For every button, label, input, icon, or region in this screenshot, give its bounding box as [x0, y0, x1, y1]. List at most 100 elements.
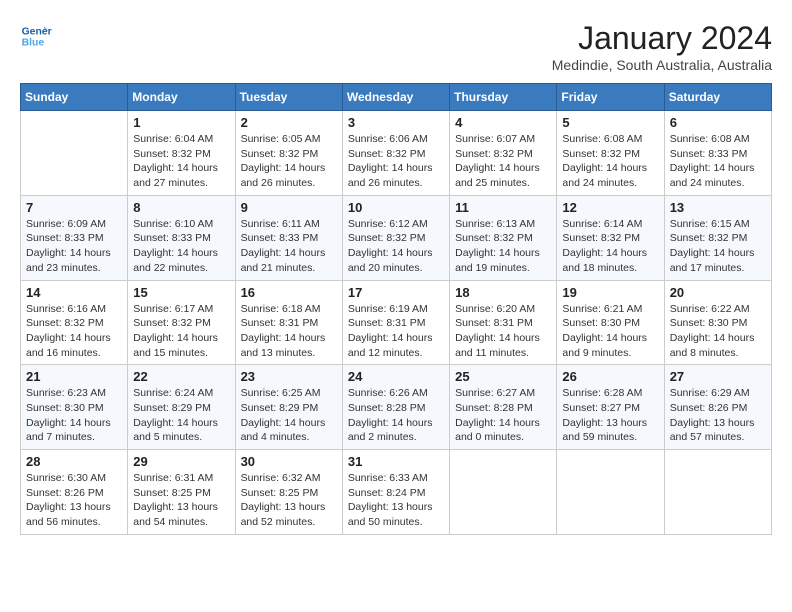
day-info: Sunrise: 6:07 AM Sunset: 8:32 PM Dayligh… [455, 132, 551, 191]
calendar-cell: 14 Sunrise: 6:16 AM Sunset: 8:32 PM Dayli… [21, 280, 128, 365]
day-number: 5 [562, 115, 658, 130]
calendar-header-row: SundayMondayTuesdayWednesdayThursdayFrid… [21, 84, 772, 111]
calendar-cell: 18 Sunrise: 6:20 AM Sunset: 8:31 PM Dayli… [450, 280, 557, 365]
calendar-cell: 6Sunrise: 6:08 AM Sunset: 8:33 PM Daylig… [664, 111, 771, 196]
day-info: Sunrise: 6:28 AM Sunset: 8:27 PM Dayligh… [562, 386, 658, 445]
day-info: Sunrise: 6:12 AM Sunset: 8:32 PM Dayligh… [348, 217, 444, 276]
day-info: Sunrise: 6:31 AM Sunset: 8:25 PM Dayligh… [133, 471, 229, 530]
day-number: 15 [133, 285, 229, 300]
day-number: 20 [670, 285, 766, 300]
day-info: Sunrise: 6:30 AM Sunset: 8:26 PM Dayligh… [26, 471, 122, 530]
calendar-cell: 24 Sunrise: 6:26 AM Sunset: 8:28 PM Dayli… [342, 365, 449, 450]
calendar-week-row: 7 Sunrise: 6:09 AM Sunset: 8:33 PM Daylig… [21, 195, 772, 280]
day-number: 24 [348, 369, 444, 384]
day-info: Sunrise: 6:32 AM Sunset: 8:25 PM Dayligh… [241, 471, 337, 530]
day-info: Sunrise: 6:05 AM Sunset: 8:32 PM Dayligh… [241, 132, 337, 191]
day-info: Sunrise: 6:21 AM Sunset: 8:30 PM Dayligh… [562, 302, 658, 361]
calendar-week-row: 14 Sunrise: 6:16 AM Sunset: 8:32 PM Dayli… [21, 280, 772, 365]
calendar-cell: 22Sunrise: 6:24 AM Sunset: 8:29 PM Dayli… [128, 365, 235, 450]
calendar-cell: 20 Sunrise: 6:22 AM Sunset: 8:30 PM Dayli… [664, 280, 771, 365]
calendar-cell: 21 Sunrise: 6:23 AM Sunset: 8:30 PM Dayli… [21, 365, 128, 450]
day-number: 13 [670, 200, 766, 215]
month-title: January 2024 [552, 20, 772, 57]
day-number: 14 [26, 285, 122, 300]
calendar-cell: 19 Sunrise: 6:21 AM Sunset: 8:30 PM Dayli… [557, 280, 664, 365]
calendar-cell: 15 Sunrise: 6:17 AM Sunset: 8:32 PM Dayli… [128, 280, 235, 365]
calendar-cell [664, 450, 771, 535]
day-number: 18 [455, 285, 551, 300]
calendar-table: SundayMondayTuesdayWednesdayThursdayFrid… [20, 83, 772, 535]
calendar-cell: 8 Sunrise: 6:10 AM Sunset: 8:33 PM Daylig… [128, 195, 235, 280]
day-info: Sunrise: 6:23 AM Sunset: 8:30 PM Dayligh… [26, 386, 122, 445]
day-number: 7 [26, 200, 122, 215]
day-number: 12 [562, 200, 658, 215]
day-info: Sunrise: 6:22 AM Sunset: 8:30 PM Dayligh… [670, 302, 766, 361]
calendar-cell [21, 111, 128, 196]
calendar-cell: 1Sunrise: 6:04 AM Sunset: 8:32 PM Daylig… [128, 111, 235, 196]
weekday-header: Sunday [21, 84, 128, 111]
weekday-header: Tuesday [235, 84, 342, 111]
title-block: January 2024 Medindie, South Australia, … [552, 20, 772, 73]
day-number: 8 [133, 200, 229, 215]
calendar-cell: 27Sunrise: 6:29 AM Sunset: 8:26 PM Dayli… [664, 365, 771, 450]
calendar-cell: 25Sunrise: 6:27 AM Sunset: 8:28 PM Dayli… [450, 365, 557, 450]
day-info: Sunrise: 6:14 AM Sunset: 8:32 PM Dayligh… [562, 217, 658, 276]
calendar-cell: 10Sunrise: 6:12 AM Sunset: 8:32 PM Dayli… [342, 195, 449, 280]
day-info: Sunrise: 6:20 AM Sunset: 8:31 PM Dayligh… [455, 302, 551, 361]
day-info: Sunrise: 6:11 AM Sunset: 8:33 PM Dayligh… [241, 217, 337, 276]
day-info: Sunrise: 6:06 AM Sunset: 8:32 PM Dayligh… [348, 132, 444, 191]
calendar-week-row: 21 Sunrise: 6:23 AM Sunset: 8:30 PM Dayli… [21, 365, 772, 450]
day-info: Sunrise: 6:29 AM Sunset: 8:26 PM Dayligh… [670, 386, 766, 445]
day-number: 23 [241, 369, 337, 384]
day-info: Sunrise: 6:09 AM Sunset: 8:33 PM Dayligh… [26, 217, 122, 276]
weekday-header: Monday [128, 84, 235, 111]
day-number: 2 [241, 115, 337, 130]
calendar-cell: 9 Sunrise: 6:11 AM Sunset: 8:33 PM Daylig… [235, 195, 342, 280]
calendar-cell: 2 Sunrise: 6:05 AM Sunset: 8:32 PM Daylig… [235, 111, 342, 196]
day-number: 4 [455, 115, 551, 130]
calendar-cell: 30 Sunrise: 6:32 AM Sunset: 8:25 PM Dayli… [235, 450, 342, 535]
day-info: Sunrise: 6:26 AM Sunset: 8:28 PM Dayligh… [348, 386, 444, 445]
day-number: 28 [26, 454, 122, 469]
day-number: 3 [348, 115, 444, 130]
calendar-week-row: 1Sunrise: 6:04 AM Sunset: 8:32 PM Daylig… [21, 111, 772, 196]
day-number: 19 [562, 285, 658, 300]
weekday-header: Thursday [450, 84, 557, 111]
calendar-cell: 13 Sunrise: 6:15 AM Sunset: 8:32 PM Dayli… [664, 195, 771, 280]
day-info: Sunrise: 6:25 AM Sunset: 8:29 PM Dayligh… [241, 386, 337, 445]
day-info: Sunrise: 6:13 AM Sunset: 8:32 PM Dayligh… [455, 217, 551, 276]
calendar-cell [557, 450, 664, 535]
day-info: Sunrise: 6:04 AM Sunset: 8:32 PM Dayligh… [133, 132, 229, 191]
logo: General Blue [20, 20, 52, 52]
weekday-header: Wednesday [342, 84, 449, 111]
calendar-cell: 28 Sunrise: 6:30 AM Sunset: 8:26 PM Dayli… [21, 450, 128, 535]
day-number: 30 [241, 454, 337, 469]
day-info: Sunrise: 6:18 AM Sunset: 8:31 PM Dayligh… [241, 302, 337, 361]
day-number: 9 [241, 200, 337, 215]
day-info: Sunrise: 6:10 AM Sunset: 8:33 PM Dayligh… [133, 217, 229, 276]
calendar-cell: 31 Sunrise: 6:33 AM Sunset: 8:24 PM Dayli… [342, 450, 449, 535]
calendar-cell: 16Sunrise: 6:18 AM Sunset: 8:31 PM Dayli… [235, 280, 342, 365]
day-number: 25 [455, 369, 551, 384]
day-number: 31 [348, 454, 444, 469]
calendar-cell: 29Sunrise: 6:31 AM Sunset: 8:25 PM Dayli… [128, 450, 235, 535]
day-info: Sunrise: 6:08 AM Sunset: 8:33 PM Dayligh… [670, 132, 766, 191]
day-number: 11 [455, 200, 551, 215]
day-info: Sunrise: 6:15 AM Sunset: 8:32 PM Dayligh… [670, 217, 766, 276]
page-header: General Blue January 2024 Medindie, Sout… [20, 20, 772, 73]
calendar-cell: 5Sunrise: 6:08 AM Sunset: 8:32 PM Daylig… [557, 111, 664, 196]
weekday-header: Friday [557, 84, 664, 111]
day-info: Sunrise: 6:16 AM Sunset: 8:32 PM Dayligh… [26, 302, 122, 361]
calendar-cell: 12 Sunrise: 6:14 AM Sunset: 8:32 PM Dayli… [557, 195, 664, 280]
calendar-cell [450, 450, 557, 535]
day-info: Sunrise: 6:17 AM Sunset: 8:32 PM Dayligh… [133, 302, 229, 361]
calendar-cell: 23 Sunrise: 6:25 AM Sunset: 8:29 PM Dayli… [235, 365, 342, 450]
day-info: Sunrise: 6:19 AM Sunset: 8:31 PM Dayligh… [348, 302, 444, 361]
day-info: Sunrise: 6:33 AM Sunset: 8:24 PM Dayligh… [348, 471, 444, 530]
calendar-cell: 26Sunrise: 6:28 AM Sunset: 8:27 PM Dayli… [557, 365, 664, 450]
calendar-cell: 3 Sunrise: 6:06 AM Sunset: 8:32 PM Daylig… [342, 111, 449, 196]
day-number: 21 [26, 369, 122, 384]
calendar-cell: 7 Sunrise: 6:09 AM Sunset: 8:33 PM Daylig… [21, 195, 128, 280]
weekday-header: Saturday [664, 84, 771, 111]
calendar-cell: 11 Sunrise: 6:13 AM Sunset: 8:32 PM Dayli… [450, 195, 557, 280]
